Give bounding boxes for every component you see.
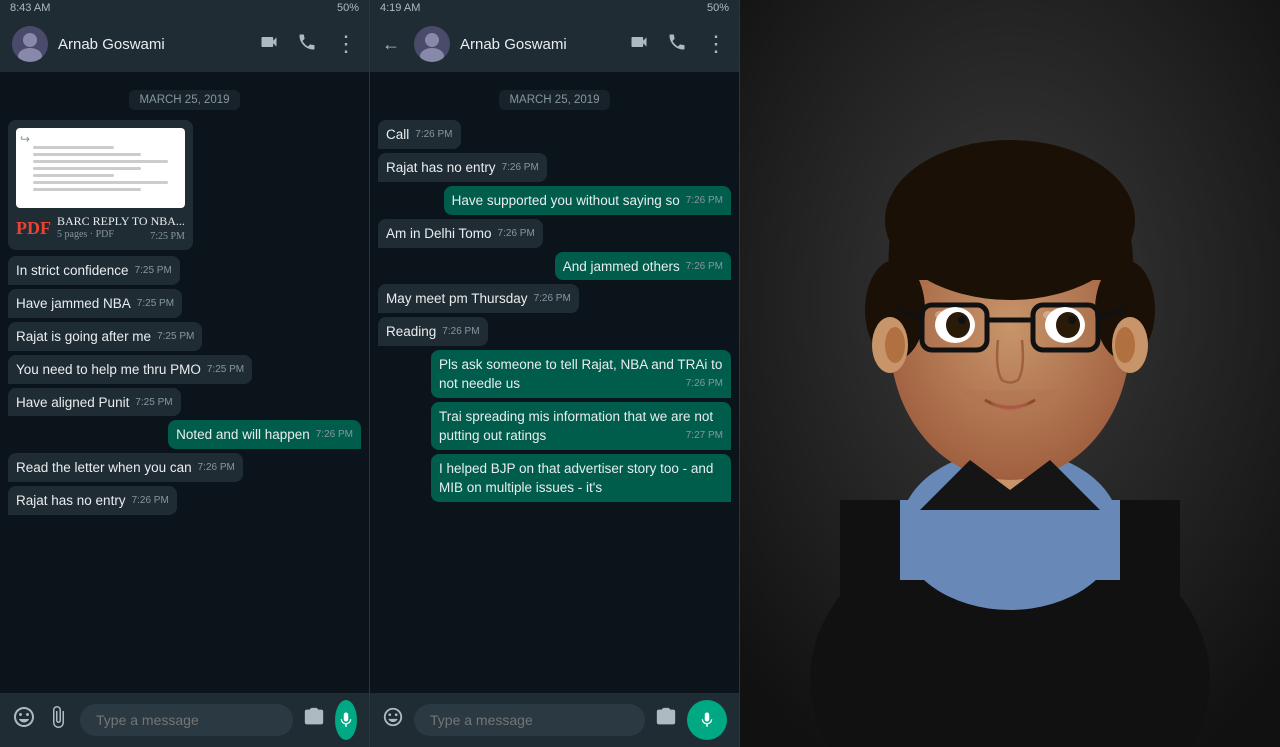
phone-call-icon-middle[interactable] bbox=[667, 32, 687, 57]
wa-header-left-section: Arnab Goswami bbox=[12, 26, 165, 62]
wa-body-middle: MARCH 25, 2019 Call 7:26 PM Rajat has no… bbox=[370, 72, 739, 693]
pdf-line bbox=[33, 167, 141, 170]
header-icons-left: ⋮ bbox=[259, 31, 357, 57]
battery-middle: 50% bbox=[707, 2, 729, 14]
mic-button-middle[interactable] bbox=[687, 700, 727, 740]
msg-aligned-punit: Have aligned Punit 7:25 PM bbox=[8, 388, 181, 417]
pdf-info: PDF BARC REPLY TO NBA... 5 pages · PDF 7… bbox=[16, 214, 185, 242]
pdf-label: BARC REPLY TO NBA... bbox=[57, 214, 185, 229]
pdf-line bbox=[33, 146, 114, 149]
pdf-meta: 5 pages · PDF 7:25 PM bbox=[57, 229, 185, 240]
emoji-icon-middle[interactable] bbox=[382, 706, 404, 734]
wa-header-middle-section: ← Arnab Goswami bbox=[382, 26, 567, 62]
video-call-icon-left[interactable] bbox=[259, 32, 279, 57]
msg-read-letter: Read the letter when you can 7:26 PM bbox=[8, 453, 243, 482]
pdf-icon: PDF bbox=[16, 218, 51, 239]
more-icon-left[interactable]: ⋮ bbox=[335, 31, 357, 57]
msg-am-in-delhi: Am in Delhi Tomo 7:26 PM bbox=[378, 219, 543, 248]
pdf-line bbox=[33, 188, 141, 191]
msg-noted-will-happen: Noted and will happen 7:26 PM bbox=[168, 420, 361, 449]
forward-icon: ↪ bbox=[20, 132, 30, 147]
pdf-preview-lines bbox=[33, 146, 168, 191]
pdf-attachment[interactable]: ↪ PDF BARC REPLY TO NBA... bbox=[8, 120, 193, 250]
message-input-left[interactable] bbox=[80, 704, 293, 736]
battery-left: 50% bbox=[337, 2, 359, 14]
msg-rajat-no-entry-middle: Rajat has no entry 7:26 PM bbox=[378, 153, 547, 182]
msg-pls-ask: Pls ask someone to tell Rajat, NBA and T… bbox=[431, 350, 731, 398]
header-icons-middle: ⋮ bbox=[629, 31, 727, 57]
wa-input-bar-middle bbox=[370, 693, 739, 747]
msg-helped-bjp: I helped BJP on that advertiser story to… bbox=[431, 454, 731, 502]
main-container: 8:43 AM 50% Arnab Goswami bbox=[0, 0, 1280, 747]
avatar-left bbox=[12, 26, 48, 62]
camera-icon-middle[interactable] bbox=[655, 706, 677, 734]
msg-rajat-no-entry-left: Rajat has no entry 7:26 PM bbox=[8, 486, 177, 515]
photo-panel bbox=[740, 0, 1280, 747]
date-divider-left: MARCH 25, 2019 bbox=[8, 90, 361, 108]
wa-input-bar-left bbox=[0, 693, 369, 747]
contact-name-left: Arnab Goswami bbox=[58, 36, 165, 53]
attach-icon-left[interactable] bbox=[46, 705, 70, 735]
msg-rajat-going-after: Rajat is going after me 7:25 PM bbox=[8, 322, 202, 351]
video-call-icon-middle[interactable] bbox=[629, 32, 649, 57]
pdf-details: BARC REPLY TO NBA... 5 pages · PDF 7:25 … bbox=[57, 214, 185, 242]
status-bar-left: 8:43 AM 50% bbox=[0, 0, 369, 16]
date-divider-middle: MARCH 25, 2019 bbox=[378, 90, 731, 108]
msg-reading: Reading 7:26 PM bbox=[378, 317, 488, 346]
msg-jammed-others: And jammed others 7:26 PM bbox=[555, 252, 731, 281]
pdf-preview: ↪ bbox=[16, 128, 185, 208]
camera-icon-left[interactable] bbox=[303, 706, 325, 734]
msg-in-strict-confidence: In strict confidence 7:25 PM bbox=[8, 256, 180, 285]
chat-panel-middle: 4:19 AM 50% ← Arnab Goswami bbox=[370, 0, 740, 747]
time-middle: 4:19 AM bbox=[380, 2, 420, 14]
msg-help-thru-pmo: You need to help me thru PMO 7:25 PM bbox=[8, 355, 252, 384]
more-icon-middle[interactable]: ⋮ bbox=[705, 31, 727, 57]
pdf-line bbox=[33, 181, 168, 184]
pdf-line bbox=[33, 153, 141, 156]
msg-call: Call 7:26 PM bbox=[378, 120, 461, 149]
status-bar-middle: 4:19 AM 50% bbox=[370, 0, 739, 16]
time-left: 8:43 AM bbox=[10, 2, 50, 14]
wa-header-middle: ← Arnab Goswami ⋮ bbox=[370, 16, 739, 72]
chat-panel-left: 8:43 AM 50% Arnab Goswami bbox=[0, 0, 370, 747]
person-illustration bbox=[740, 0, 1280, 747]
avatar-middle bbox=[414, 26, 450, 62]
back-arrow-icon[interactable]: ← bbox=[382, 34, 400, 55]
msg-may-meet-pm: May meet pm Thursday 7:26 PM bbox=[378, 284, 579, 313]
emoji-icon-left[interactable] bbox=[12, 705, 36, 735]
msg-have-jammed-nba: Have jammed NBA 7:25 PM bbox=[8, 289, 182, 318]
person-photo bbox=[740, 0, 1280, 747]
wa-header-left: Arnab Goswami ⋮ bbox=[0, 16, 369, 72]
message-input-middle[interactable] bbox=[414, 704, 645, 736]
msg-have-supported: Have supported you without saying so 7:2… bbox=[444, 186, 731, 215]
contact-name-middle: Arnab Goswami bbox=[460, 36, 567, 53]
pdf-line bbox=[33, 174, 114, 177]
mic-button-left[interactable] bbox=[335, 700, 357, 740]
phone-call-icon-left[interactable] bbox=[297, 32, 317, 57]
msg-trai-spreading: Trai spreading mis information that we a… bbox=[431, 402, 731, 450]
pdf-line bbox=[33, 160, 168, 163]
wa-body-left: MARCH 25, 2019 ↪ P bbox=[0, 72, 369, 693]
